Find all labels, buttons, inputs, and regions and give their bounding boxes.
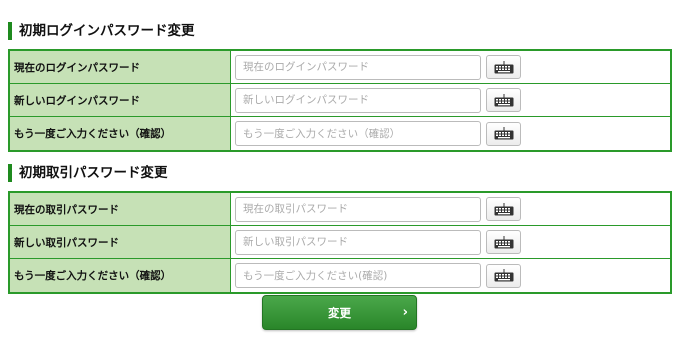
software-keyboard-button[interactable]: [486, 88, 521, 112]
login-password-form: 現在のログインパスワード 新しいログインパスワード もう一度ご入力ください（確認…: [8, 49, 672, 152]
input-cell: [231, 51, 670, 83]
form-row: もう一度ご入力ください（確認）: [10, 117, 670, 150]
form-row: もう一度ご入力ください（確認）: [10, 259, 670, 292]
field-label: もう一度ご入力ください（確認）: [10, 117, 231, 150]
keyboard-icon: [494, 269, 513, 282]
software-keyboard-button[interactable]: [486, 230, 521, 254]
keyboard-icon: [494, 235, 513, 248]
input-cell: [231, 193, 670, 225]
submit-button-label: 変更: [328, 305, 351, 320]
field-label: 現在の取引パスワード: [10, 193, 231, 225]
software-keyboard-button[interactable]: [486, 197, 521, 221]
section-title-trade: 初期取引パスワード変更: [8, 164, 672, 182]
keyboard-icon: [494, 93, 513, 106]
input-cell: [231, 259, 670, 292]
form-row: 現在の取引パスワード: [10, 193, 670, 226]
software-keyboard-button[interactable]: [486, 121, 521, 146]
change-submit-button[interactable]: 変更 ›: [262, 295, 417, 330]
input-cell: [231, 84, 670, 116]
login-password-section: 初期ログインパスワード変更 現在のログインパスワード 新しいログインパスワード …: [8, 22, 672, 152]
software-keyboard-button[interactable]: [486, 55, 521, 79]
keyboard-icon: [494, 127, 513, 140]
form-row: 新しい取引パスワード: [10, 226, 670, 259]
current-login-password-input[interactable]: [235, 54, 481, 80]
confirm-login-password-input[interactable]: [235, 121, 481, 146]
confirm-trade-password-input[interactable]: [235, 263, 481, 288]
software-keyboard-button[interactable]: [486, 263, 521, 288]
section-title-login: 初期ログインパスワード変更: [8, 22, 672, 40]
field-label: もう一度ご入力ください（確認）: [10, 259, 231, 292]
trade-password-section: 初期取引パスワード変更 現在の取引パスワード 新しい取引パスワード もう一度ご入…: [8, 164, 672, 294]
field-label: 新しい取引パスワード: [10, 226, 231, 258]
new-login-password-input[interactable]: [235, 87, 481, 113]
form-row: 現在のログインパスワード: [10, 51, 670, 84]
new-trade-password-input[interactable]: [235, 229, 481, 255]
input-cell: [231, 117, 670, 150]
form-row: 新しいログインパスワード: [10, 84, 670, 117]
chevron-right-icon: ›: [402, 305, 408, 320]
field-label: 新しいログインパスワード: [10, 84, 231, 116]
current-trade-password-input[interactable]: [235, 196, 481, 222]
field-label: 現在のログインパスワード: [10, 51, 231, 83]
input-cell: [231, 226, 670, 258]
trade-password-form: 現在の取引パスワード 新しい取引パスワード もう一度ご入力ください（確認）: [8, 191, 672, 294]
keyboard-icon: [494, 202, 513, 215]
keyboard-icon: [494, 60, 513, 73]
